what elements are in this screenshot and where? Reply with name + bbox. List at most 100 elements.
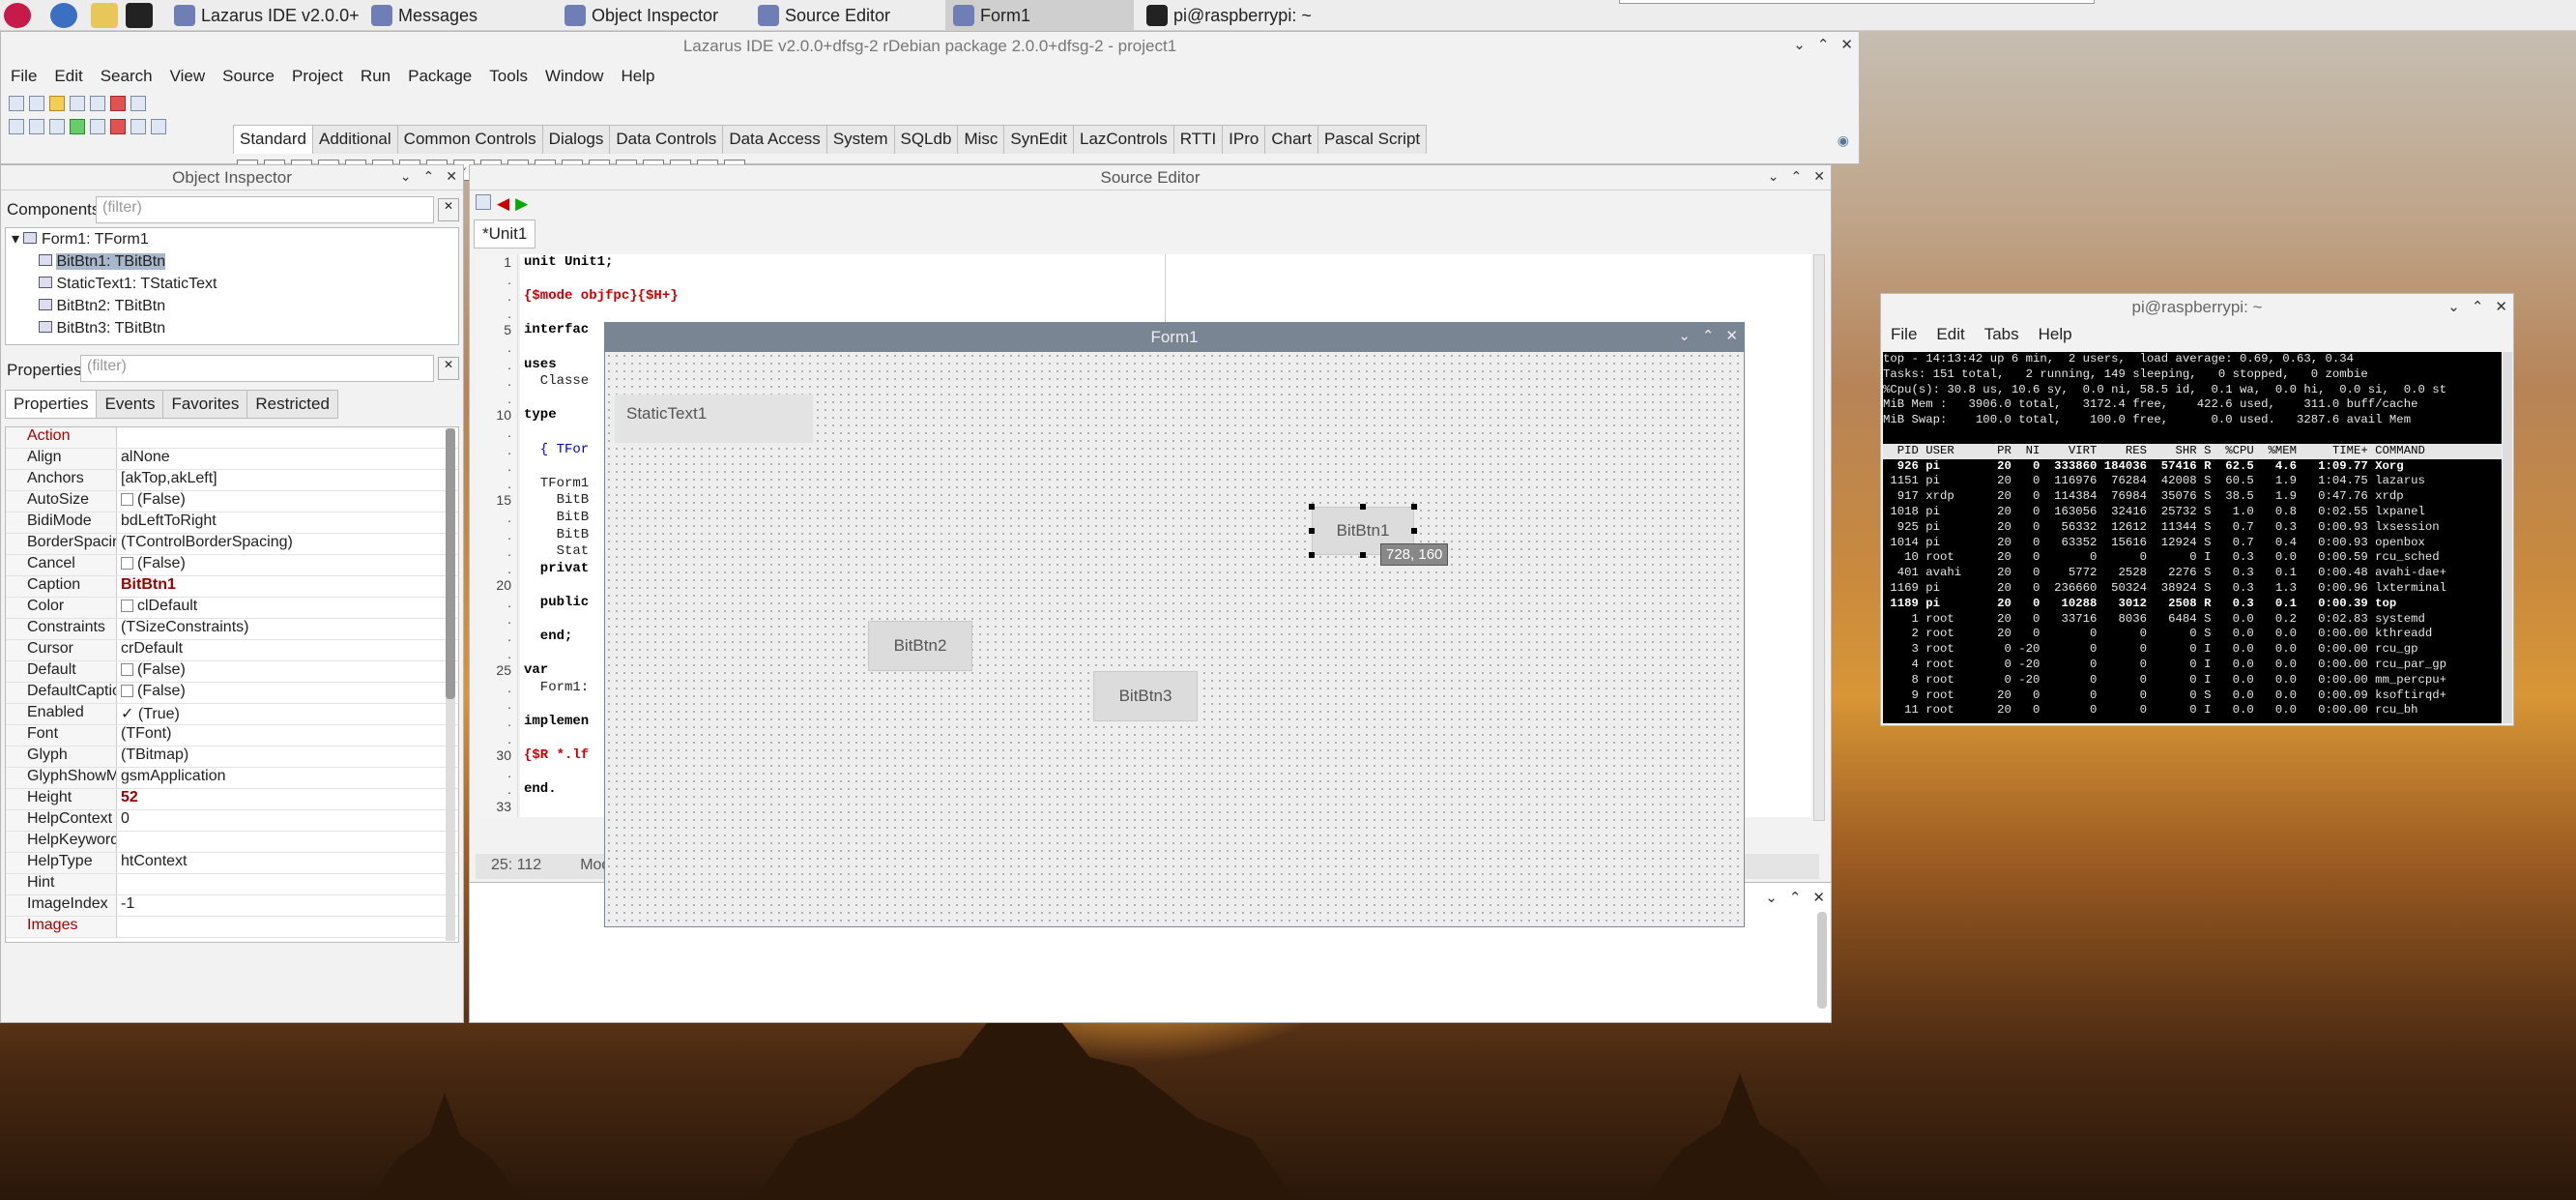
menu-run[interactable]: Run xyxy=(361,67,391,86)
form-canvas[interactable]: StaticText1 BitBtn1 728, 160 BitBtn2 Bit… xyxy=(605,352,1744,926)
tree-item-bitbtn3[interactable]: BitBtn3: TBitBtn xyxy=(6,317,458,339)
terminal-scrollbar[interactable] xyxy=(2503,352,2512,723)
file-manager-icon[interactable] xyxy=(91,3,118,28)
property-row[interactable]: HelpType htContext xyxy=(6,853,458,874)
editor-scrollbar[interactable] xyxy=(1813,254,1825,821)
tab-restricted[interactable]: Restricted xyxy=(246,390,338,419)
code-line[interactable]: unit Unit1; xyxy=(524,254,1811,272)
save-all-icon[interactable] xyxy=(90,96,105,111)
menu-window[interactable]: Window xyxy=(545,67,603,86)
property-row[interactable]: Font (TFont) xyxy=(6,725,458,746)
taskbar-app-source-editor[interactable]: Source Editor xyxy=(750,0,939,31)
close-file-icon[interactable] xyxy=(110,96,126,111)
property-row[interactable]: HelpContext 0 xyxy=(6,810,458,832)
clear-filter-icon[interactable]: ✕ xyxy=(438,198,459,221)
save-icon[interactable] xyxy=(70,96,85,111)
minimize-icon[interactable]: ⌄ xyxy=(400,168,412,185)
code-line[interactable] xyxy=(524,272,1811,289)
menu-help[interactable]: Help xyxy=(621,67,654,86)
resize-handle[interactable] xyxy=(1309,528,1315,534)
property-row[interactable]: Default (False) xyxy=(6,661,458,683)
property-row[interactable]: Glyph (TBitmap) xyxy=(6,746,458,768)
terminal-launcher-icon[interactable] xyxy=(126,3,153,28)
maximize-icon[interactable]: ⌃ xyxy=(1789,889,1802,906)
new-form-icon[interactable] xyxy=(29,96,44,111)
property-row[interactable]: ImageIndex -1 xyxy=(6,895,458,917)
tab-synedit[interactable]: SynEdit xyxy=(1003,125,1074,154)
view-forms-icon[interactable] xyxy=(29,119,44,134)
tab-misc[interactable]: Misc xyxy=(957,125,1005,154)
palette-options-icon[interactable]: ◉ xyxy=(1838,132,1849,149)
pause-icon[interactable] xyxy=(90,119,105,134)
tab-lazcontrols[interactable]: LazControls xyxy=(1072,125,1174,154)
minimize-icon[interactable]: ⌄ xyxy=(2447,298,2460,315)
property-row[interactable]: Action xyxy=(6,427,458,449)
bitbtn3[interactable]: BitBtn3 xyxy=(1093,671,1198,721)
menu-project[interactable]: Project xyxy=(292,67,343,86)
property-row[interactable]: Caption BitBtn1 xyxy=(6,576,458,598)
taskbar-app-form1[interactable]: Form1 xyxy=(945,0,1134,31)
menu-search[interactable]: Search xyxy=(101,67,153,86)
menu-package[interactable]: Package xyxy=(408,67,472,86)
property-row[interactable]: Anchors [akTop,akLeft] xyxy=(6,470,458,491)
tab-chart[interactable]: Chart xyxy=(1264,125,1318,154)
resize-handle[interactable] xyxy=(1360,552,1366,558)
property-row[interactable]: Constraints (TSizeConstraints) xyxy=(6,619,458,640)
tab-pascal-script[interactable]: Pascal Script xyxy=(1317,125,1428,154)
tab-unit1[interactable]: *Unit1 xyxy=(474,220,536,249)
tab-rtti[interactable]: RTTI xyxy=(1172,125,1224,154)
step-over-icon[interactable] xyxy=(151,119,166,134)
new-unit-icon[interactable] xyxy=(9,96,24,111)
checkbox-icon[interactable] xyxy=(121,663,133,676)
tab-additional[interactable]: Additional xyxy=(312,125,398,154)
property-grid-scrollbar[interactable] xyxy=(446,428,455,941)
menu-tabs[interactable]: Tabs xyxy=(1984,325,2019,344)
checkbox-icon[interactable] xyxy=(121,493,133,506)
menu-file[interactable]: File xyxy=(11,67,37,86)
property-row[interactable]: BidiMode bdLeftToRight xyxy=(6,512,458,534)
menu-view[interactable]: View xyxy=(170,67,206,86)
run-icon[interactable] xyxy=(70,119,85,134)
menu-source[interactable]: Source xyxy=(222,67,275,86)
messages-scrollbar[interactable] xyxy=(1817,912,1827,1009)
property-row[interactable]: Cancel (False) xyxy=(6,555,458,576)
property-row[interactable]: Hint xyxy=(6,874,458,895)
code-line[interactable]: {$mode objfpc}{$H+} xyxy=(524,288,1811,306)
tab-data-access[interactable]: Data Access xyxy=(722,125,827,154)
tab-system[interactable]: System xyxy=(825,125,895,154)
tree-item-bitbtn1[interactable]: BitBtn1: TBitBtn xyxy=(6,250,458,273)
menu-edit[interactable]: Edit xyxy=(1936,325,1964,344)
editor-menu-icon[interactable] xyxy=(476,194,491,210)
view-units-icon[interactable] xyxy=(9,119,24,134)
menu-file[interactable]: File xyxy=(1891,325,1917,344)
tab-sqldb[interactable]: SQLdb xyxy=(893,125,959,154)
property-row[interactable]: GlyphShowModegsmApplication xyxy=(6,768,458,789)
property-row[interactable]: Align alNone xyxy=(6,449,458,470)
components-filter-input[interactable]: (filter) xyxy=(96,196,434,223)
resize-handle[interactable] xyxy=(1411,528,1417,534)
property-row[interactable]: Images xyxy=(6,917,458,938)
property-row[interactable]: Height 52 xyxy=(6,789,458,810)
maximize-icon[interactable]: ⌃ xyxy=(1702,327,1715,344)
stop-icon[interactable] xyxy=(110,119,126,134)
property-row[interactable]: Color clDefault xyxy=(6,598,458,619)
resize-handle[interactable] xyxy=(1360,504,1366,510)
terminal-screen[interactable]: top - 14:13:42 up 6 min, 2 users, load a… xyxy=(1883,352,2502,723)
resize-handle[interactable] xyxy=(1309,504,1315,510)
taskbar-app-lazarus[interactable]: Lazarus IDE v2.0.0+d... xyxy=(166,0,360,31)
property-row[interactable]: AutoSize (False) xyxy=(6,491,458,512)
menu-help[interactable]: Help xyxy=(2039,325,2072,344)
browser-icon[interactable] xyxy=(50,3,77,28)
bitbtn2[interactable]: BitBtn2 xyxy=(868,621,972,671)
maximize-icon[interactable]: ⌃ xyxy=(423,168,435,185)
minimize-icon[interactable]: ⌄ xyxy=(1678,327,1691,344)
close-icon[interactable]: ✕ xyxy=(1725,327,1738,344)
tab-data-controls[interactable]: Data Controls xyxy=(609,125,724,154)
taskbar-app-object-inspector[interactable]: Object Inspector xyxy=(557,0,745,31)
tab-dialogs[interactable]: Dialogs xyxy=(541,125,611,154)
menu-edit[interactable]: Edit xyxy=(54,67,82,86)
taskbar-search-field[interactable] xyxy=(1619,0,2095,4)
maximize-icon[interactable]: ⌃ xyxy=(1817,36,1830,53)
raspberry-menu-icon[interactable] xyxy=(4,3,31,28)
checkmark-icon[interactable]: ✓ xyxy=(121,706,138,722)
